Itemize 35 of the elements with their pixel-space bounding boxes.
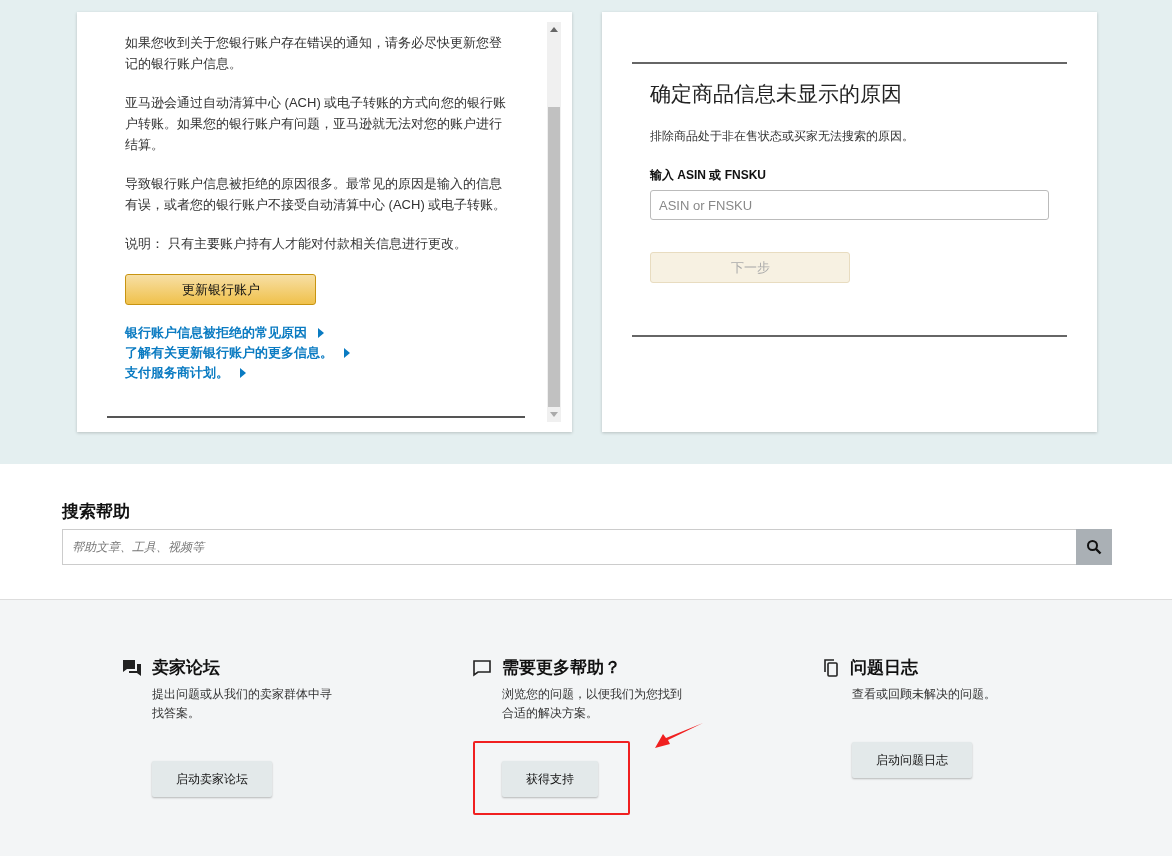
- help-link[interactable]: 银行账户信息被拒绝的常见原因: [125, 323, 525, 342]
- search-button[interactable]: [1076, 529, 1112, 565]
- section-title: 需要更多帮助？: [502, 657, 621, 679]
- action-button[interactable]: 启动卖家论坛: [152, 761, 272, 797]
- paragraph: 导致银行账户信息被拒绝的原因很多。最常见的原因是输入的信息有误，或者您的银行账户不接受自动清算中心 (ACH) 或电子转账。: [125, 175, 507, 214]
- chat-bubble-icon: [472, 658, 492, 677]
- paragraph: 亚马逊会通过自动清算中心 (ACH) 或电子转账的方式向您的银行账户转账。如果您的银行账户有问题，亚马逊就无法对您的账户进行结算。: [125, 94, 507, 154]
- scroll-up-icon[interactable]: [550, 26, 558, 32]
- search-input-field[interactable]: 帮助文章、工具、视频等: [62, 529, 1076, 565]
- search-title: 搜索帮助: [62, 501, 131, 523]
- chat-bubbles-icon: [122, 658, 142, 677]
- help-link[interactable]: 支付服务商计划。: [125, 363, 525, 382]
- section-description: 浏览您的问题，以便我们为您找到合适的解决方案。: [502, 686, 683, 722]
- update-bank-account-button[interactable]: 更新银行账户: [125, 274, 316, 305]
- search-icon: [1086, 539, 1102, 555]
- caret-icon: [318, 327, 324, 338]
- scroll-down-icon[interactable]: [550, 412, 558, 418]
- section-title: 问题日志: [850, 657, 918, 679]
- scrollbar[interactable]: [547, 22, 561, 422]
- card-title: 确定商品信息未显示的原因: [650, 81, 903, 107]
- action-button[interactable]: 启动问题日志: [852, 742, 972, 778]
- caret-icon: [240, 367, 246, 378]
- caret-icon: [344, 347, 350, 358]
- card-description: 排除商品处于非在售状态或买家无法搜索的原因。: [650, 128, 915, 145]
- copy-icon: [822, 657, 840, 678]
- asin-input-field[interactable]: ASIN or FNSKU: [650, 190, 1049, 220]
- section-description: 查看或回顾未解决的问题。: [852, 686, 997, 703]
- help-link[interactable]: 了解有关更新银行账户的更多信息。: [125, 343, 525, 362]
- section-title: 卖家论坛: [152, 657, 220, 679]
- field-label: 输入 ASIN 或 FNSKU: [650, 167, 767, 184]
- action-button[interactable]: 获得支持: [502, 761, 598, 797]
- scroll-thumb[interactable]: [548, 107, 560, 407]
- paragraph: 如果您收到关于您银行账户存在错误的通知，请务必尽快更新您登记的银行账户信息。: [125, 34, 503, 73]
- section-description: 提出问题或从我们的卖家群体中寻找答案。: [152, 686, 333, 722]
- paragraph: 说明： 只有主要账户持有人才能对付款相关信息进行更改。: [125, 235, 468, 253]
